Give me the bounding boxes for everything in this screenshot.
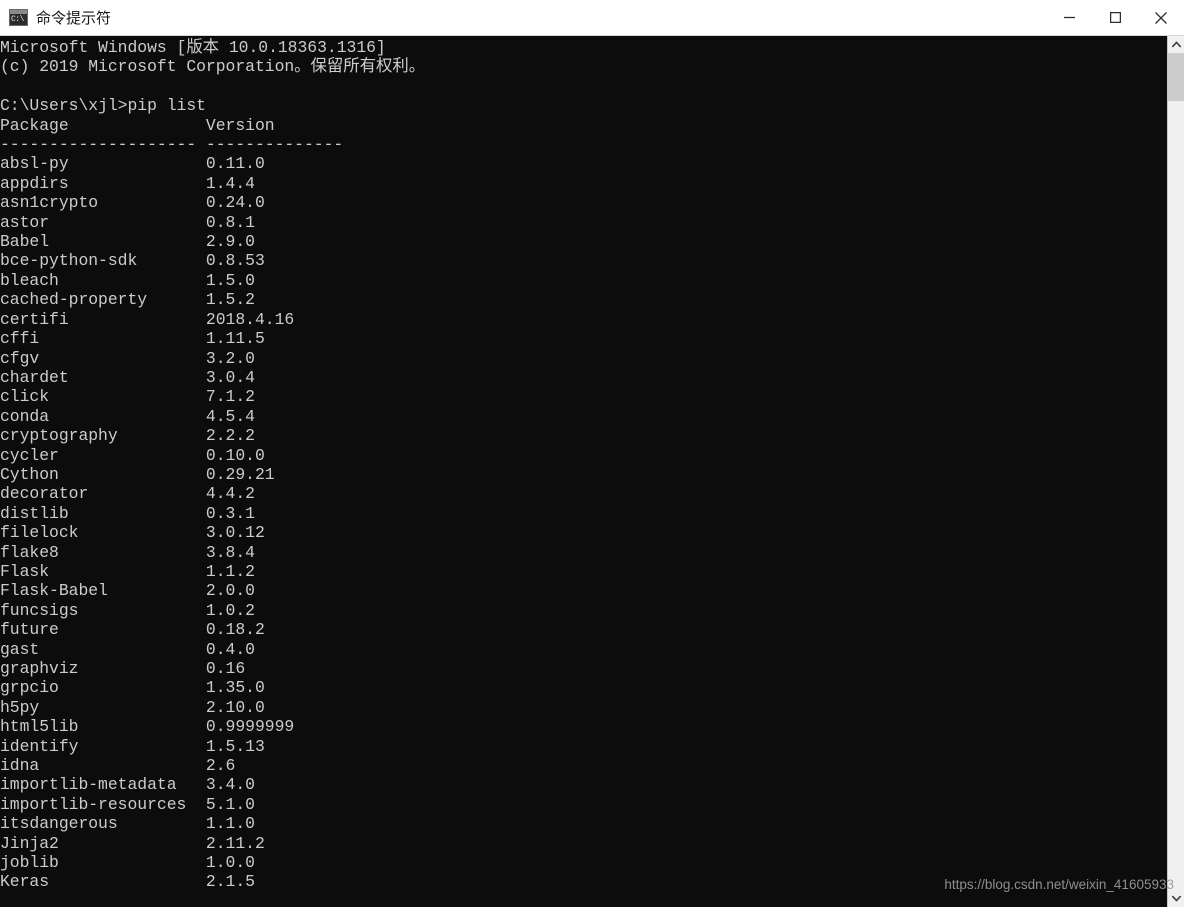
package-row: identify 1.5.13 <box>0 736 265 756</box>
package-row: click 7.1.2 <box>0 387 255 407</box>
package-row: Flask-Babel 2.0.0 <box>0 581 255 601</box>
package-row: future 0.18.2 <box>0 620 265 640</box>
package-row: distlib 0.3.1 <box>0 503 255 523</box>
chevron-up-icon <box>1171 41 1181 48</box>
package-row: filelock 3.0.12 <box>0 523 265 543</box>
package-row: absl-py 0.11.0 <box>0 154 265 174</box>
package-row: funcsigs 1.0.2 <box>0 600 255 620</box>
scrollbar-track[interactable] <box>1168 53 1184 890</box>
package-row: chardet 3.0.4 <box>0 367 255 387</box>
package-row: Babel 2.9.0 <box>0 232 255 252</box>
close-icon <box>1155 11 1167 24</box>
package-row: certifi 2018.4.16 <box>0 309 295 329</box>
package-row: itsdangerous 1.1.0 <box>0 814 255 834</box>
cmd-console-icon <box>9 9 28 26</box>
package-row: conda 4.5.4 <box>0 406 255 426</box>
package-row: Jinja2 2.11.2 <box>0 833 265 853</box>
window-title: 命令提示符 <box>36 8 112 27</box>
package-row: cffi 1.11.5 <box>0 329 265 349</box>
minimize-icon <box>1063 16 1075 19</box>
package-row: cached-property 1.5.2 <box>0 290 255 310</box>
console-table-separator: -------------------- -------------- <box>0 135 344 155</box>
package-row: flake8 3.8.4 <box>0 542 255 562</box>
package-row: cycler 0.10.0 <box>0 445 265 465</box>
console-banner-line: (c) 2019 Microsoft Corporation。保留所有权利。 <box>0 57 426 77</box>
scroll-up-button[interactable] <box>1168 36 1184 53</box>
package-row: asn1crypto 0.24.0 <box>0 193 265 213</box>
package-row: bce-python-sdk 0.8.53 <box>0 251 265 271</box>
package-row: idna 2.6 <box>0 756 236 776</box>
package-row: importlib-resources 5.1.0 <box>0 794 255 814</box>
package-row: grpcio 1.35.0 <box>0 678 265 698</box>
package-row: html5lib 0.9999999 <box>0 717 295 737</box>
console-banner-line: Microsoft Windows [版本 10.0.18363.1316] <box>0 38 386 57</box>
close-button[interactable] <box>1138 0 1184 35</box>
vertical-scrollbar[interactable] <box>1167 36 1184 907</box>
title-bar[interactable]: 命令提示符 <box>0 0 1184 36</box>
scroll-down-button[interactable] <box>1168 890 1184 907</box>
package-row: cfgv 3.2.0 <box>0 348 255 368</box>
package-row: decorator 4.4.2 <box>0 484 255 504</box>
maximize-button[interactable] <box>1092 0 1138 35</box>
package-row: Flask 1.1.2 <box>0 561 255 581</box>
package-row: astor 0.8.1 <box>0 212 255 232</box>
minimize-button[interactable] <box>1046 0 1092 35</box>
package-row: appdirs 1.4.4 <box>0 173 255 193</box>
console-area[interactable]: Microsoft Windows [版本 10.0.18363.1316] (c… <box>0 36 1184 907</box>
package-row: graphviz 0.16 <box>0 659 246 678</box>
scrollbar-thumb[interactable] <box>1168 53 1184 101</box>
package-row: bleach 1.5.0 <box>0 270 255 290</box>
package-row: gast 0.4.0 <box>0 639 255 659</box>
package-row: importlib-metadata 3.4.0 <box>0 775 255 795</box>
console-table-header: Package Version <box>0 115 275 135</box>
title-bar-left: 命令提示符 <box>0 8 111 28</box>
window-controls <box>1046 0 1184 35</box>
package-row: joblib 1.0.0 <box>0 853 255 873</box>
package-row: cryptography 2.2.2 <box>0 426 255 446</box>
maximize-icon <box>1109 12 1121 23</box>
package-row: Cython 0.29.21 <box>0 464 275 484</box>
console-output[interactable]: Microsoft Windows [版本 10.0.18363.1316] (c… <box>0 36 1167 907</box>
console-banner-line <box>0 77 1167 96</box>
console-prompt-line: C:\Users\xjl>pip list <box>0 96 206 116</box>
command-prompt-window: 命令提示符 Microsoft Windows [版本 1 <box>0 0 1184 907</box>
package-row: Keras 2.1.5 <box>0 872 255 892</box>
package-row: h5py 2.10.0 <box>0 697 265 717</box>
chevron-down-icon <box>1171 895 1181 902</box>
